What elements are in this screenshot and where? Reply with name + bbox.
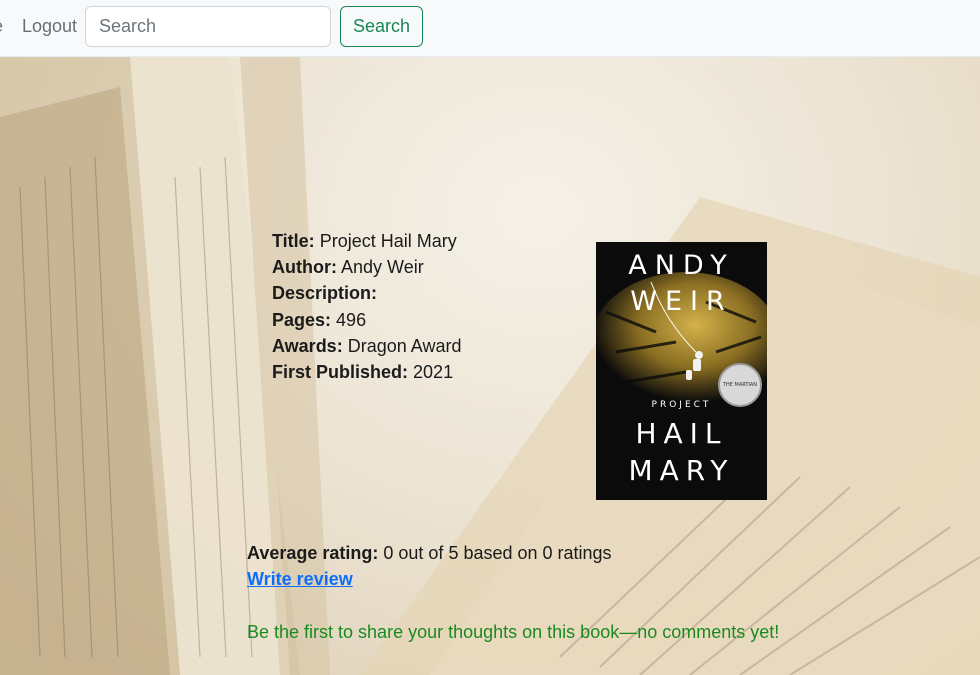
book-pages: 496 bbox=[336, 309, 367, 330]
book-first-published: 2021 bbox=[413, 362, 454, 383]
cover-title-line2: MARY bbox=[628, 454, 735, 487]
background-image bbox=[0, 57, 980, 675]
nav-link-partial[interactable]: e bbox=[0, 16, 3, 37]
cover-author-line1: ANDY bbox=[628, 250, 735, 281]
title-label: Title: bbox=[272, 231, 315, 251]
average-rating-label: Average rating: bbox=[247, 543, 379, 563]
search-button[interactable]: Search bbox=[340, 6, 423, 47]
awards-label: Awards: bbox=[272, 335, 343, 356]
open-book-background bbox=[0, 57, 980, 675]
first-published-row: First Published: 2021 bbox=[272, 359, 461, 385]
cover-author-line2: WEIR bbox=[630, 286, 733, 317]
title-row: Title: Project Hail Mary bbox=[272, 228, 461, 254]
no-comments-message: Be the first to share your thoughts on t… bbox=[247, 622, 780, 642]
book-author: Andy Weir bbox=[341, 257, 424, 278]
pages-label: Pages: bbox=[272, 309, 332, 330]
navbar: e Logout Search bbox=[0, 0, 980, 57]
book-cover-image: ANDY WEIR THE MARTIAN PROJECT HAIL MARY bbox=[596, 242, 767, 500]
logout-link[interactable]: Logout bbox=[22, 16, 77, 37]
search-input[interactable] bbox=[85, 6, 331, 47]
average-rating-value: 0 out of 5 based on 0 ratings bbox=[383, 543, 612, 563]
pages-row: Pages: 496 bbox=[272, 307, 461, 333]
cover-title-line1: HAIL bbox=[635, 417, 728, 450]
author-row: Author: Andy Weir bbox=[272, 254, 461, 280]
average-rating: Average rating: 0 out of 5 based on 0 ra… bbox=[247, 540, 612, 566]
description-row: Description: bbox=[272, 280, 461, 306]
cover-project-label: PROJECT bbox=[651, 400, 712, 410]
first-published-label: First Published: bbox=[272, 362, 409, 383]
author-label: Author: bbox=[272, 257, 337, 278]
book-awards: Dragon Award bbox=[347, 335, 462, 356]
awards-row: Awards: Dragon Award bbox=[272, 333, 461, 359]
book-title: Project Hail Mary bbox=[319, 231, 457, 251]
description-label: Description: bbox=[272, 283, 378, 304]
book-details: Title: Project Hail Mary Author: Andy We… bbox=[272, 228, 461, 385]
write-review-link[interactable]: Write review bbox=[247, 566, 353, 592]
